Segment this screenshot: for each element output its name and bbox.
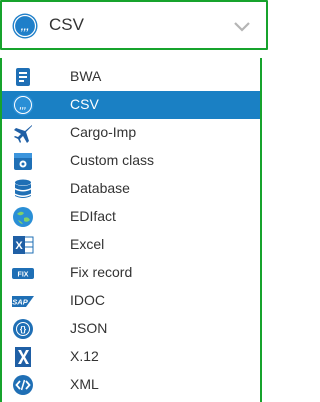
list-item-xml[interactable]: XML: [2, 371, 260, 399]
list-item-label: XML: [70, 376, 99, 392]
edifact-icon: [13, 207, 33, 227]
list-item-label: Custom class: [70, 152, 155, 168]
csv-icon: ,,,: [12, 13, 38, 39]
database-icon: [15, 179, 31, 198]
list-item-edifact[interactable]: EDIfact: [2, 203, 260, 231]
svg-text:,,,: ,,,: [19, 102, 27, 111]
list-item-label: Cargo-Imp: [70, 124, 137, 140]
format-dropdown-list: BWA ,,, CSV Cargo-Imp Custom class Datab…: [0, 58, 262, 402]
svg-text:{}: {}: [20, 325, 26, 334]
custom-class-icon: [14, 153, 32, 170]
list-item-label: BWA: [70, 68, 102, 84]
svg-text:SAP: SAP: [12, 298, 28, 307]
list-item-database[interactable]: Database: [2, 175, 260, 203]
csv-icon: ,,,: [12, 94, 34, 116]
list-item-idoc[interactable]: SAP IDOC: [2, 287, 260, 315]
list-item-custom-class[interactable]: Custom class: [2, 147, 260, 175]
x12-icon: [15, 347, 31, 367]
list-item-cargo-imp[interactable]: Cargo-Imp: [2, 119, 260, 147]
fix-record-icon: FIX: [12, 268, 34, 279]
list-item-label: X.12: [70, 348, 99, 364]
list-item-bwa[interactable]: BWA: [2, 63, 260, 91]
list-item-x12[interactable]: X.12: [2, 343, 260, 371]
json-icon: {}: [13, 319, 33, 339]
svg-text:FIX: FIX: [18, 272, 29, 279]
chevron-down-icon[interactable]: [234, 21, 250, 33]
airplane-icon: [14, 125, 32, 143]
list-item-label: EDIfact: [70, 208, 116, 224]
list-item-label: Fix record: [70, 264, 133, 280]
sap-icon: SAP: [12, 296, 34, 307]
list-item-label: Database: [70, 180, 130, 196]
bwa-icon: [16, 68, 30, 86]
list-item-csv[interactable]: ,,, CSV: [2, 91, 260, 119]
svg-text:,,,: ,,,: [20, 22, 29, 33]
list-item-label: JSON: [70, 320, 108, 336]
format-select-widget: ,,, CSV BWA ,,, CSV Cargo-Imp Custom cla…: [0, 0, 270, 402]
list-item-json[interactable]: {} JSON: [2, 315, 260, 343]
excel-icon: X: [13, 236, 34, 254]
svg-text:X: X: [15, 240, 23, 252]
list-item-label: CSV: [70, 96, 99, 112]
list-item-fix-record[interactable]: FIX Fix record: [2, 259, 260, 287]
list-item-label: Excel: [70, 236, 105, 252]
format-select[interactable]: ,,, CSV: [0, 0, 268, 50]
selected-value: CSV: [49, 15, 84, 34]
list-item-excel[interactable]: X Excel: [2, 231, 260, 259]
list-item-label: IDOC: [70, 292, 105, 308]
xml-icon: [13, 375, 33, 395]
